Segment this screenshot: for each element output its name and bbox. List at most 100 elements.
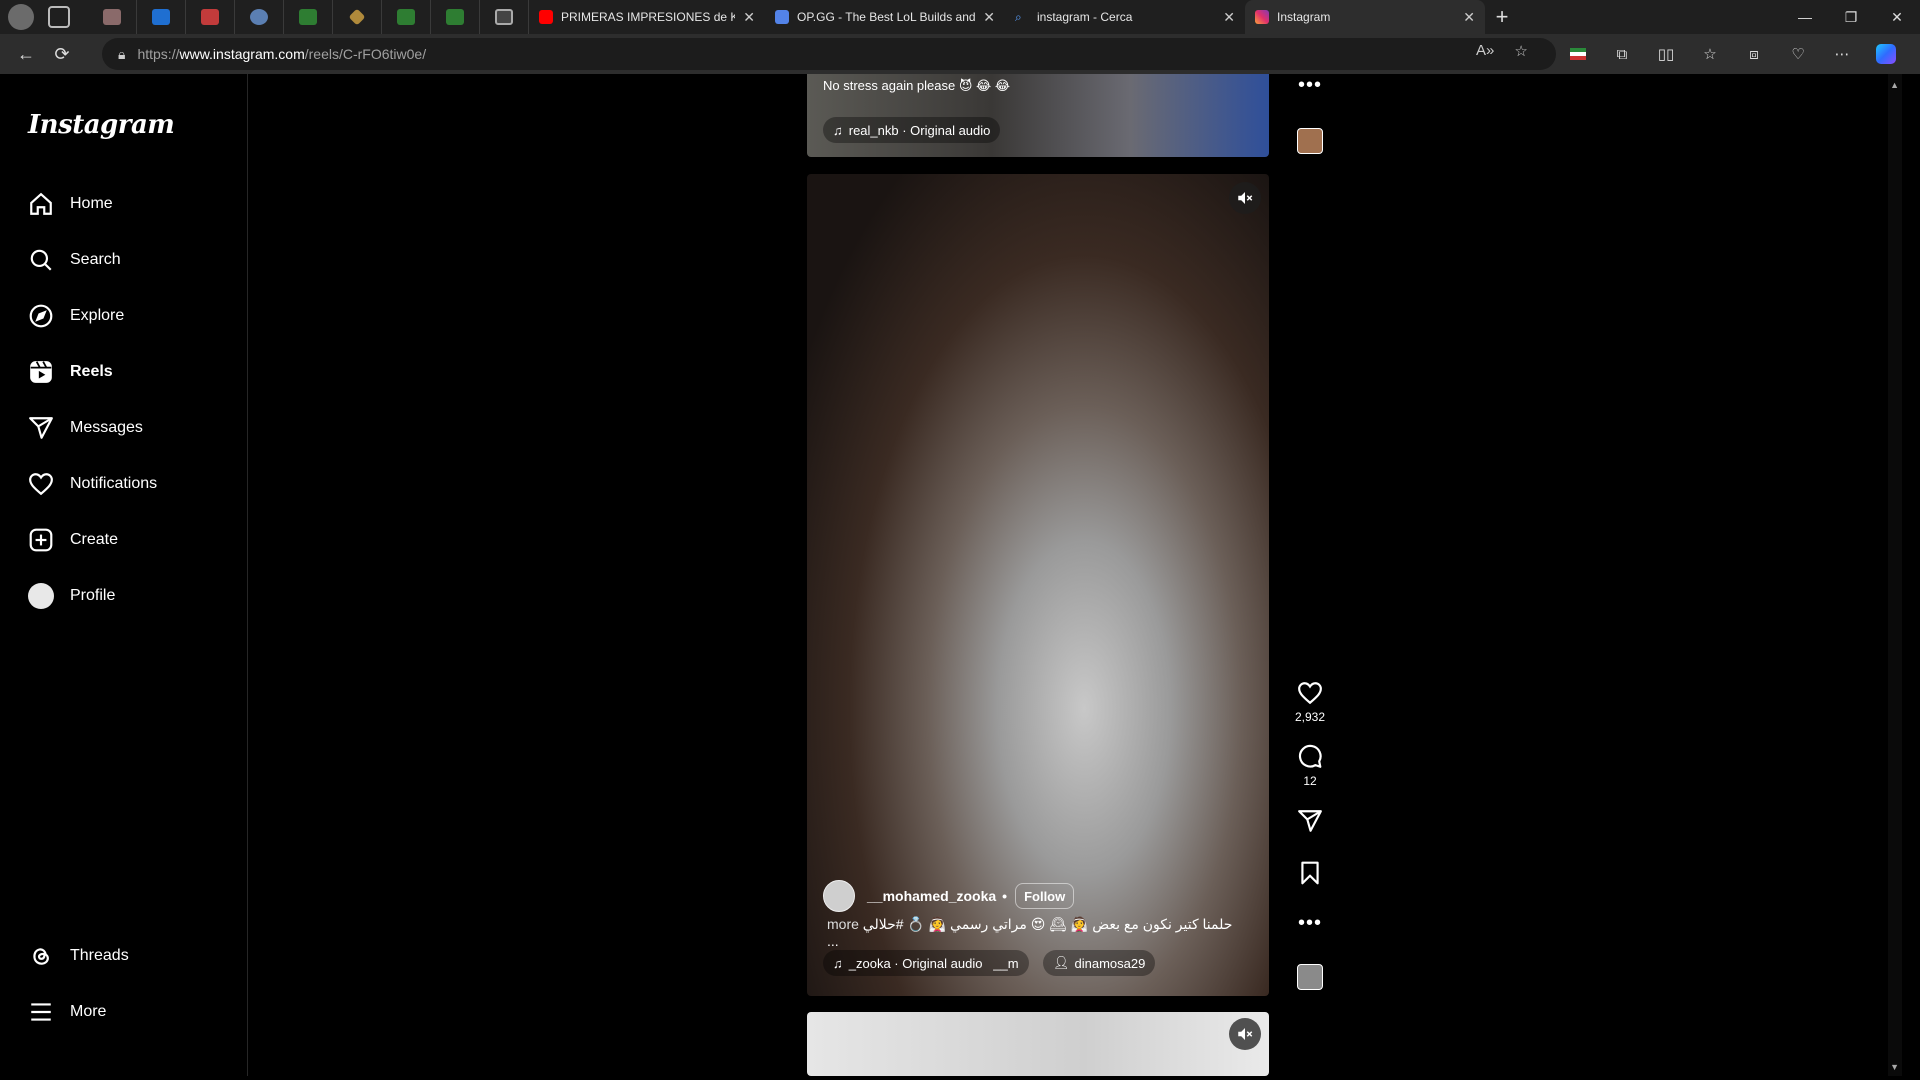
restore-icon[interactable]: ❐ <box>1828 0 1874 34</box>
sidebar-item-threads[interactable]: Threads <box>16 932 238 980</box>
like-action[interactable]: 2,932 <box>1280 680 1340 724</box>
pinned-tab[interactable] <box>235 0 284 34</box>
more-options-button[interactable]: ••• <box>1280 912 1340 935</box>
separator-dot: • <box>1002 888 1008 904</box>
address-bar-actions: A» ☆ <box>1476 42 1528 60</box>
reel-audio-link[interactable]: ♫ real_nkb · Original audio <box>823 117 1001 143</box>
tab-opgg[interactable]: OP.GG - The Best LoL Builds and ✕ <box>765 0 1005 34</box>
pinned-tab[interactable] <box>431 0 480 34</box>
pinned-tab[interactable] <box>284 0 333 34</box>
previous-more-options[interactable]: ••• <box>1280 74 1340 97</box>
page-scrollbar[interactable]: ▲ ▼ <box>1888 74 1902 1076</box>
person-icon: 👤︎ <box>1053 955 1070 970</box>
extension-flag-icon[interactable] <box>1556 38 1600 70</box>
collections-icon[interactable]: ⧈ <box>1732 38 1776 70</box>
close-tab-icon[interactable]: ✕ <box>1223 9 1235 26</box>
mute-button[interactable] <box>1229 182 1261 214</box>
mute-button[interactable] <box>1229 1018 1261 1050</box>
reel-audio-label: real_nkb · Original audio <box>848 122 991 138</box>
comment-icon <box>1298 744 1322 768</box>
split-screen-icon[interactable]: ▯▯ <box>1644 38 1688 70</box>
settings-more-icon[interactable]: ⋯ <box>1820 38 1864 70</box>
read-aloud-icon[interactable]: A» <box>1476 42 1494 60</box>
sidebar-item-notifications[interactable]: Notifications <box>16 460 238 508</box>
scroll-up-icon[interactable]: ▲ <box>1890 80 1899 90</box>
more-horizontal-icon: ••• <box>1297 912 1322 934</box>
search-icon <box>30 249 52 271</box>
copilot-icon[interactable] <box>1864 38 1908 70</box>
tab-instagram[interactable]: Instagram ✕ <box>1245 0 1485 34</box>
tab-youtube[interactable]: PRIMERAS IMPRESIONES de K ✕ <box>529 0 765 34</box>
next-reel[interactable] <box>807 1012 1269 1076</box>
music-note-icon: ♫ <box>833 122 843 138</box>
scroll-down-icon[interactable]: ▼ <box>1890 1062 1899 1072</box>
tab-search[interactable]: ⌕ instagram - Cerca ✕ <box>1005 0 1245 34</box>
sidebar-item-label: Explore <box>70 307 125 324</box>
favorites-icon[interactable]: ☆ <box>1688 38 1732 70</box>
sidebar-item-label: Notifications <box>70 475 158 492</box>
sidebar-item-label: More <box>70 1003 107 1020</box>
browser-essentials-icon[interactable]: ♡ <box>1776 38 1820 70</box>
reel-audio-link[interactable]: ♫ _zooka · Original audio __m <box>823 950 1029 976</box>
save-action[interactable] <box>1280 860 1340 886</box>
pinned-tab[interactable] <box>137 0 186 34</box>
sidebar-item-reels[interactable]: Reels <box>16 348 238 396</box>
close-tab-icon[interactable]: ✕ <box>1463 9 1475 26</box>
close-window-icon[interactable]: ✕ <box>1874 0 1920 34</box>
sidebar-item-more[interactable]: More <box>16 988 238 1036</box>
sidebar-item-label: Messages <box>70 419 143 436</box>
back-icon[interactable]: ← <box>8 36 44 72</box>
pinned-tab[interactable] <box>480 0 529 34</box>
opgg-favicon-icon <box>775 10 789 24</box>
sidebar: Instagram Home Search Explore Reels Mess… <box>4 74 248 1076</box>
sidebar-item-messages[interactable]: Messages <box>16 404 238 452</box>
new-tab-button[interactable]: + <box>1485 0 1519 34</box>
sidebar-item-profile[interactable]: Profile <box>16 572 238 620</box>
follow-button[interactable]: Follow <box>1015 883 1075 909</box>
sidebar-item-label: Home <box>70 195 113 212</box>
speaker-muted-icon <box>1238 1028 1253 1040</box>
share-action[interactable] <box>1280 808 1340 834</box>
instagram-logo[interactable]: Instagram <box>28 110 175 140</box>
sidebar-nav: Home Search Explore Reels Messages Notif… <box>16 180 238 628</box>
reel-caption: more حلمنا كتير نكون مع بعض 👰 🕰 😍 مراتي … <box>827 916 1247 949</box>
address-bar[interactable]: 🔒︎ https://www.instagram.com/reels/C-rFO… <box>102 38 1556 70</box>
previous-reel[interactable]: No stress again please 😈 😂 😂 ♫ real_nkb … <box>807 74 1269 157</box>
like-count: 2,932 <box>1294 710 1326 724</box>
avatar[interactable] <box>823 880 855 912</box>
tagged-user-link[interactable]: 👤︎ dinamosa29 <box>1043 950 1156 976</box>
extensions-icon[interactable]: ⧉ <box>1600 38 1644 70</box>
reel-audio-label: _zooka · Original audio __m <box>848 955 1019 971</box>
minimize-icon[interactable]: — <box>1782 0 1828 34</box>
search-favicon-icon: ⌕ <box>1015 10 1022 24</box>
browser-toolbar: ← ⟳ 🔒︎ https://www.instagram.com/reels/C… <box>0 34 1920 74</box>
workspaces-icon[interactable] <box>48 6 70 28</box>
pinned-tab[interactable] <box>333 0 382 34</box>
sidebar-item-explore[interactable]: Explore <box>16 292 238 340</box>
tab-title: OP.GG - The Best LoL Builds and <box>797 10 976 24</box>
pinned-tab[interactable] <box>88 0 137 34</box>
refresh-icon[interactable]: ⟳ <box>44 36 80 72</box>
sidebar-item-home[interactable]: Home <box>16 180 238 228</box>
profile-icon[interactable] <box>8 4 34 30</box>
lock-icon[interactable]: 🔒︎ <box>118 46 125 63</box>
sidebar-item-label: Reels <box>70 363 113 380</box>
close-tab-icon[interactable]: ✕ <box>743 9 755 26</box>
pinned-tab[interactable] <box>186 0 235 34</box>
sidebar-item-label: Profile <box>70 587 116 604</box>
audio-thumb[interactable] <box>1280 964 1340 990</box>
pinned-tab[interactable] <box>382 0 431 34</box>
current-reel-video[interactable]: __mohamed_zooka • Follow more حلمنا كتير… <box>807 174 1269 996</box>
comment-action[interactable]: 12 <box>1280 744 1340 788</box>
window-controls: — ❐ ✕ <box>1782 0 1920 34</box>
caption-more-link[interactable]: more <box>827 916 859 932</box>
username-link[interactable]: __mohamed_zooka <box>867 888 996 904</box>
sidebar-item-create[interactable]: Create <box>16 516 238 564</box>
favorite-star-icon[interactable]: ☆ <box>1514 42 1527 60</box>
previous-audio-thumb[interactable] <box>1280 128 1340 154</box>
menu-icon <box>31 1003 51 1021</box>
sidebar-item-search[interactable]: Search <box>16 236 238 284</box>
close-tab-icon[interactable]: ✕ <box>983 9 995 26</box>
home-icon <box>30 192 52 215</box>
tagged-user-label: dinamosa29 <box>1074 955 1146 971</box>
